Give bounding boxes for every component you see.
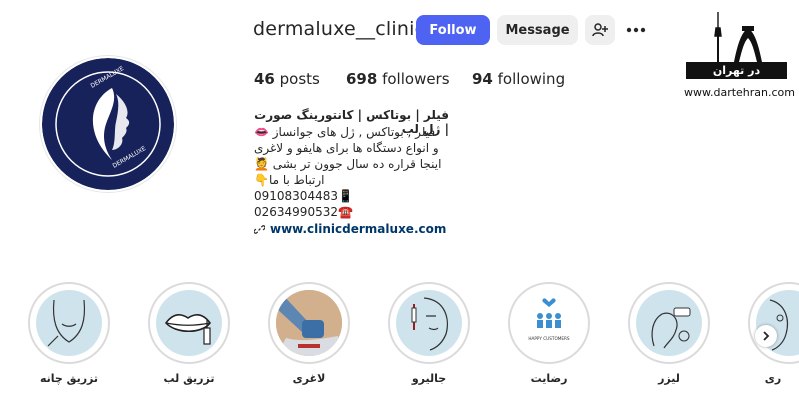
- highlight-item[interactable]: تزریق چانه: [28, 282, 110, 385]
- bio-line: و انواع دستگاه ها برای هایفو و لاغری: [254, 141, 439, 155]
- happy-customers-icon: HAPPY CUSTOMERS: [516, 290, 582, 356]
- dartehran-url: www.dartehran.com: [684, 86, 795, 99]
- avatar[interactable]: DERMALUXE DERMALUXE: [42, 58, 174, 190]
- follow-button[interactable]: Follow: [416, 15, 490, 45]
- highlight-label: لیزر: [658, 372, 680, 385]
- website-text: www.clinicdermaluxe.com: [270, 222, 447, 236]
- happy-customers-caption: HAPPY CUSTOMERS: [528, 336, 570, 341]
- chevron-right-icon: [763, 331, 770, 341]
- laser-device-icon: [636, 290, 702, 356]
- followers-count: 698: [346, 70, 378, 88]
- highlight-item[interactable]: لاغری: [268, 282, 350, 385]
- website-link[interactable]: www.clinicdermaluxe.com: [254, 222, 446, 236]
- following-stat[interactable]: 94 following: [472, 70, 565, 88]
- lips-syringe-icon: [156, 290, 222, 356]
- highlight-item[interactable]: لیزر: [628, 282, 710, 385]
- following-label: following: [497, 70, 566, 88]
- bio-phone-mobile: 09108304483📱: [254, 189, 353, 203]
- bio-line: ارتباط با ما👇: [254, 173, 325, 187]
- add-user-icon: [592, 23, 608, 37]
- dartehran-logo: [682, 8, 790, 98]
- chin-face-icon: [36, 290, 102, 356]
- suggest-user-button[interactable]: [585, 15, 615, 45]
- more-dots-icon: [626, 27, 646, 33]
- milad-tower-icon: [714, 12, 762, 62]
- message-button[interactable]: Message: [497, 15, 578, 45]
- highlight-label: تزریق لب: [163, 372, 215, 385]
- posts-count: 46: [254, 70, 275, 88]
- highlight-label: ری: [764, 372, 782, 385]
- bio-line: اینجا قراره ده سال جوون تر بشی 💆: [254, 157, 442, 171]
- link-icon: [254, 224, 265, 234]
- highlight-label: تزریق چانه: [39, 372, 99, 385]
- following-count: 94: [472, 70, 493, 88]
- dartehran-band: در تهران: [686, 62, 787, 79]
- highlight-item[interactable]: HAPPY CUSTOMERS رضایت: [508, 282, 590, 385]
- more-options-button[interactable]: [623, 17, 649, 43]
- followers-stat[interactable]: 698 followers: [346, 70, 450, 88]
- followers-label: followers: [382, 70, 450, 88]
- highlight-item[interactable]: تزریق لب: [148, 282, 230, 385]
- profile-username: dermaluxe__clinic: [253, 18, 426, 40]
- slimming-device-icon: [276, 290, 342, 356]
- highlight-item[interactable]: ری: [748, 282, 799, 385]
- highlight-item[interactable]: جالیرو: [388, 282, 470, 385]
- dermaluxe-logo-icon: DERMALUXE DERMALUXE: [42, 58, 174, 190]
- bio-phone-landline: 02634990532☎️: [254, 205, 353, 219]
- highlight-label: لاغری: [292, 372, 326, 385]
- highlight-label: جالیرو: [411, 372, 447, 385]
- highlights-next-button[interactable]: [755, 325, 777, 347]
- bio-line: فیلر , بوتاکس , ژل های جوانساز 👄: [254, 125, 436, 139]
- face-needle-icon: [396, 290, 462, 356]
- highlight-label: رضایت: [530, 372, 568, 385]
- posts-label: posts: [279, 70, 320, 88]
- posts-stat: 46 posts: [254, 70, 320, 88]
